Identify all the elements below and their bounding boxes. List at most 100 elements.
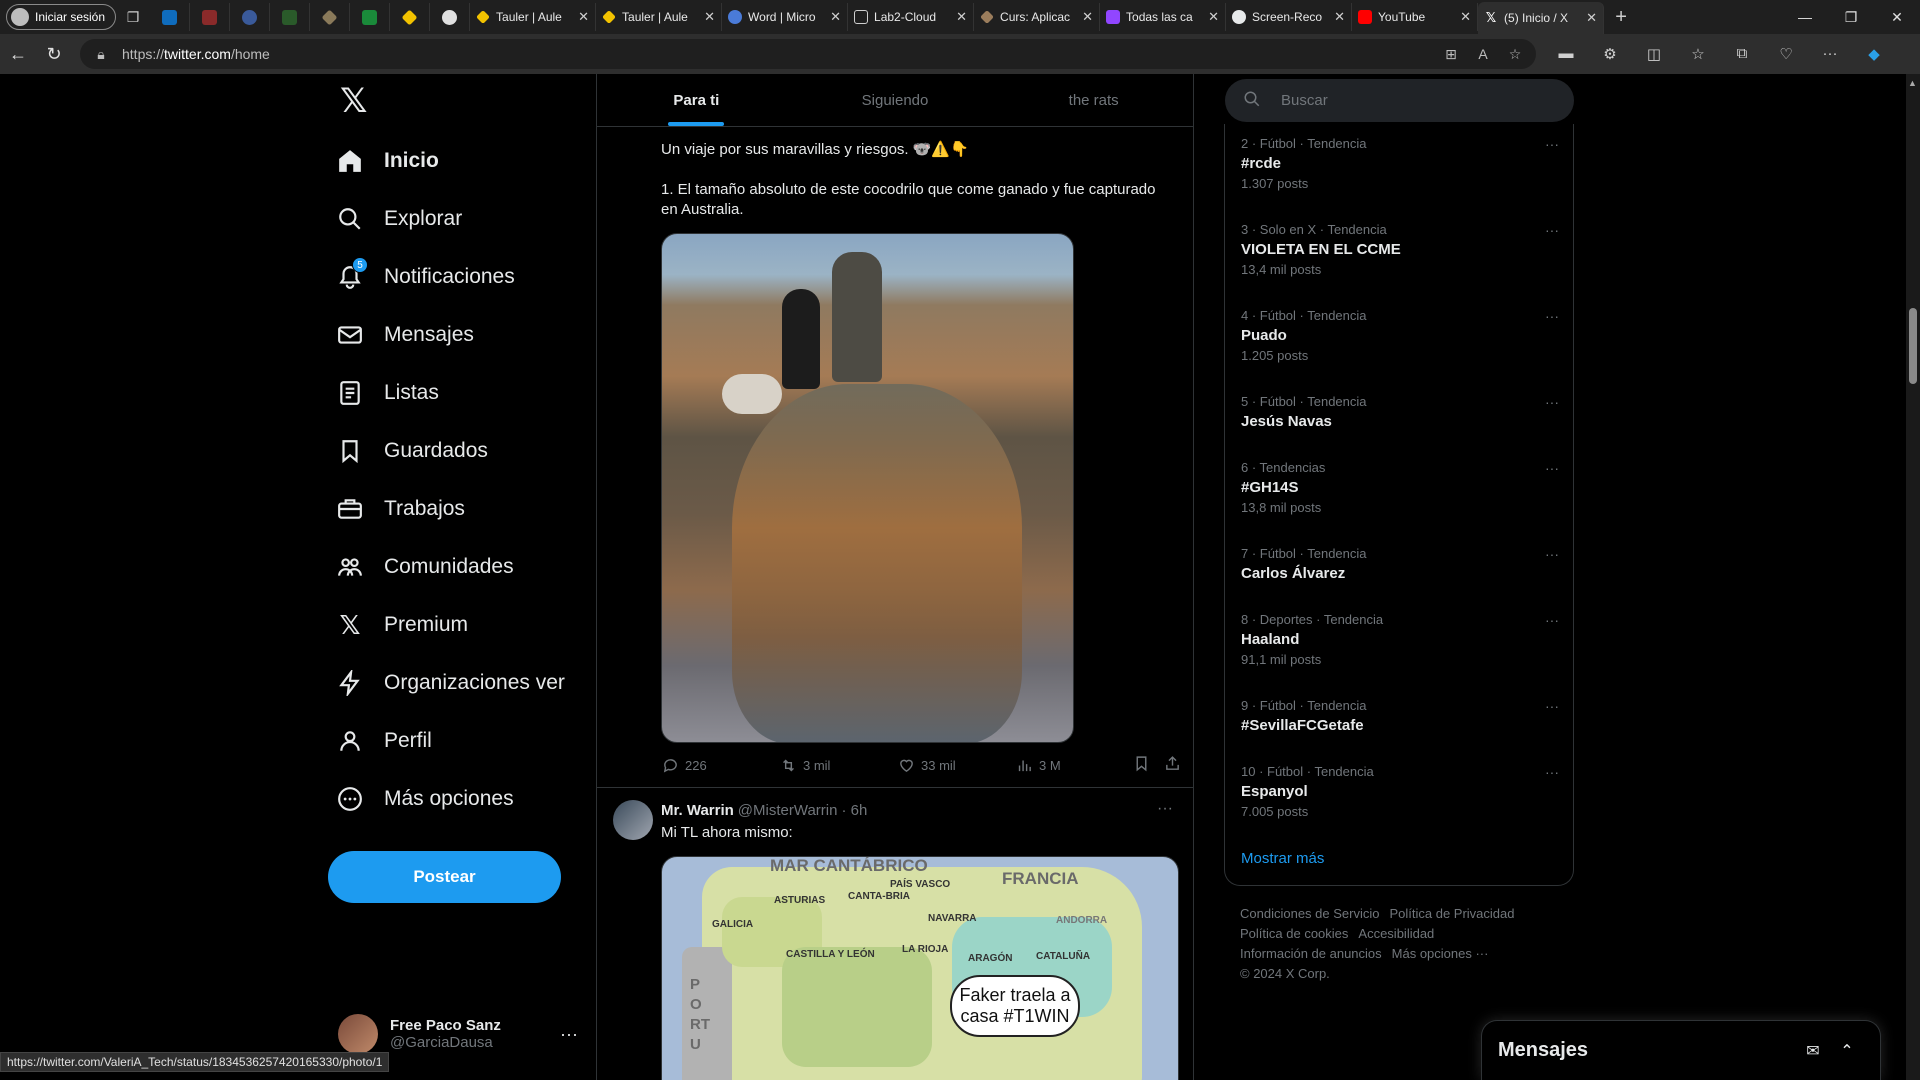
extensions-icon[interactable]: ⚙ xyxy=(1588,45,1632,63)
close-tab-icon[interactable]: ✕ xyxy=(1334,9,1345,25)
tweet-more-icon[interactable]: ··· xyxy=(1157,800,1173,818)
nav-item-notificaciones[interactable]: 5 Notificaciones xyxy=(336,252,515,302)
nav-item-trabajos[interactable]: Trabajos xyxy=(336,484,465,534)
minimize-icon[interactable]: — xyxy=(1782,9,1828,26)
show-more-link[interactable]: Mostrar más xyxy=(1241,850,1324,867)
nav-item-guardados[interactable]: Guardados xyxy=(336,426,488,476)
trend-item[interactable]: 2 · Fútbol · Tendencia #rcde 1.307 posts… xyxy=(1241,136,1559,191)
tweet-photo-crocodile[interactable] xyxy=(661,233,1074,743)
footer-link[interactable]: Política de cookies xyxy=(1240,926,1348,941)
close-tab-icon[interactable]: ✕ xyxy=(578,9,589,25)
footer-link[interactable]: Más opciones ··· xyxy=(1392,946,1489,961)
pinned-tab-2[interactable] xyxy=(190,3,231,31)
scrollbar-thumb[interactable] xyxy=(1909,308,1917,384)
tweet-time[interactable]: · 6h xyxy=(841,802,867,819)
close-tab-icon[interactable]: ✕ xyxy=(704,9,715,25)
collections-icon[interactable]: ⧉ xyxy=(1720,45,1764,63)
x-logo-icon[interactable]: 𝕏 xyxy=(340,84,374,118)
footer-link[interactable]: Política de Privacidad xyxy=(1389,906,1514,921)
scroll-up-icon[interactable]: ▲ xyxy=(1908,78,1917,88)
copilot-icon[interactable]: ◆ xyxy=(1852,45,1896,63)
browser-tab[interactable]: Todas las ca ✕ xyxy=(1100,3,1227,31)
trend-more-icon[interactable]: ··· xyxy=(1545,698,1559,714)
pinned-tab-3[interactable] xyxy=(230,3,271,31)
reply-button[interactable]: 226 xyxy=(661,756,779,774)
profile-button[interactable]: Iniciar sesión xyxy=(6,4,117,30)
nav-item-mas-opciones[interactable]: Más opciones xyxy=(336,774,514,824)
close-tab-icon[interactable]: ✕ xyxy=(956,9,967,25)
post-button[interactable]: Postear xyxy=(328,851,561,903)
tab-para-ti[interactable]: Para ti xyxy=(597,74,796,126)
trend-item[interactable]: 10 · Fútbol · Tendencia Espanyol 7.005 p… xyxy=(1241,764,1559,819)
close-tab-icon[interactable]: ✕ xyxy=(1082,9,1093,25)
new-message-icon[interactable]: ✉ xyxy=(1796,1041,1830,1061)
trend-more-icon[interactable]: ··· xyxy=(1545,222,1559,238)
tab-the-rats[interactable]: the rats xyxy=(994,74,1193,126)
messages-drawer[interactable]: Mensajes ✉ ⌃ xyxy=(1481,1020,1881,1080)
restore-icon[interactable]: ❐ xyxy=(1828,9,1874,26)
pinned-tab-outlook[interactable] xyxy=(150,3,191,31)
search-box[interactable]: Buscar xyxy=(1225,79,1574,122)
workspaces-icon[interactable]: ❐ xyxy=(116,3,150,31)
expand-up-icon[interactable]: ⌃ xyxy=(1830,1041,1864,1061)
browser-tab[interactable]: Lab2-Cloud ✕ xyxy=(848,3,975,31)
new-tab-button[interactable]: + xyxy=(1604,6,1638,29)
trend-more-icon[interactable]: ··· xyxy=(1545,136,1559,152)
trend-item[interactable]: 3 · Solo en X · Tendencia VIOLETA EN EL … xyxy=(1241,222,1559,277)
pinned-tab-4[interactable] xyxy=(270,3,311,31)
browser-tab[interactable]: Tauler | Aule ✕ xyxy=(596,3,723,31)
author-name[interactable]: Mr. Warrin xyxy=(661,802,734,819)
trend-item[interactable]: 5 · Fútbol · Tendencia Jesús Navas ··· xyxy=(1241,394,1559,430)
app-available-icon[interactable]: ⊞ xyxy=(1440,46,1462,63)
footer-link[interactable]: Accesibilidad xyxy=(1358,926,1434,941)
trend-more-icon[interactable]: ··· xyxy=(1545,394,1559,410)
refresh-icon[interactable]: ↻ xyxy=(36,44,72,65)
trend-item[interactable]: 7 · Fútbol · Tendencia Carlos Álvarez ··… xyxy=(1241,546,1559,582)
split-screen-icon[interactable]: ◫ xyxy=(1632,45,1676,63)
browser-tab[interactable]: Curs: Aplicac ✕ xyxy=(974,3,1101,31)
browser-tab[interactable]: Tauler | Aule ✕ xyxy=(470,3,597,31)
bookmark-icon[interactable] xyxy=(1133,755,1150,775)
trend-item[interactable]: 6 · Tendencias #GH14S 13,8 mil posts ··· xyxy=(1241,460,1559,515)
read-aloud-icon[interactable]: A xyxy=(1472,46,1494,62)
favorite-star-icon[interactable]: ☆ xyxy=(1504,46,1526,63)
favorites-icon[interactable]: ☆ xyxy=(1676,45,1720,63)
nav-item-comunidades[interactable]: Comunidades xyxy=(336,542,514,592)
pinned-tab-7[interactable] xyxy=(390,3,431,31)
url-field[interactable]: 🔒︎ https://twitter.com/home ⊞ A ☆ xyxy=(80,39,1536,69)
close-tab-icon[interactable]: ✕ xyxy=(1460,9,1471,25)
views-button[interactable]: 3 M xyxy=(1015,756,1133,774)
tab-siguiendo[interactable]: Siguiendo xyxy=(796,74,995,126)
trend-item[interactable]: 4 · Fútbol · Tendencia Puado 1.205 posts… xyxy=(1241,308,1559,363)
retweet-button[interactable]: 3 mil xyxy=(779,756,897,774)
extension-flag-icon[interactable]: ▬ xyxy=(1544,45,1588,63)
pinned-tab-5[interactable] xyxy=(310,3,351,31)
footer-link[interactable]: Información de anuncios xyxy=(1240,946,1382,961)
nav-item-organizaciones[interactable]: Organizaciones ver xyxy=(336,658,565,708)
page-scrollbar[interactable]: ▲ xyxy=(1906,74,1920,1080)
nav-item-listas[interactable]: Listas xyxy=(336,368,439,418)
trend-more-icon[interactable]: ··· xyxy=(1545,546,1559,562)
browser-essentials-icon[interactable]: ♡ xyxy=(1764,45,1808,63)
share-icon[interactable] xyxy=(1164,755,1181,775)
browser-tab-active[interactable]: 𝕏 (5) Inicio / X ✕ xyxy=(1478,2,1605,34)
close-tab-icon[interactable]: ✕ xyxy=(1586,10,1597,26)
more-dots-icon[interactable]: ··· xyxy=(560,1024,578,1045)
pinned-tab-6[interactable] xyxy=(350,3,391,31)
back-icon[interactable]: ← xyxy=(0,44,36,65)
like-button[interactable]: 33 mil xyxy=(897,756,1015,774)
trend-item[interactable]: 8 · Deportes · Tendencia Haaland 91,1 mi… xyxy=(1241,612,1559,667)
close-tab-icon[interactable]: ✕ xyxy=(830,9,841,25)
close-tab-icon[interactable]: ✕ xyxy=(1208,9,1219,25)
settings-more-icon[interactable]: ··· xyxy=(1808,45,1852,63)
trend-more-icon[interactable]: ··· xyxy=(1545,764,1559,780)
nav-item-premium[interactable]: 𝕏 Premium xyxy=(336,600,469,650)
nav-item-explorar[interactable]: Explorar xyxy=(336,194,462,244)
close-window-icon[interactable]: ✕ xyxy=(1874,9,1920,26)
nav-item-inicio[interactable]: Inicio xyxy=(336,136,439,186)
trend-more-icon[interactable]: ··· xyxy=(1545,612,1559,628)
trend-item[interactable]: 9 · Fútbol · Tendencia #SevillaFCGetafe … xyxy=(1241,698,1559,734)
nav-item-perfil[interactable]: Perfil xyxy=(336,716,432,766)
search-input[interactable]: Buscar xyxy=(1281,92,1328,109)
avatar[interactable] xyxy=(613,800,653,840)
